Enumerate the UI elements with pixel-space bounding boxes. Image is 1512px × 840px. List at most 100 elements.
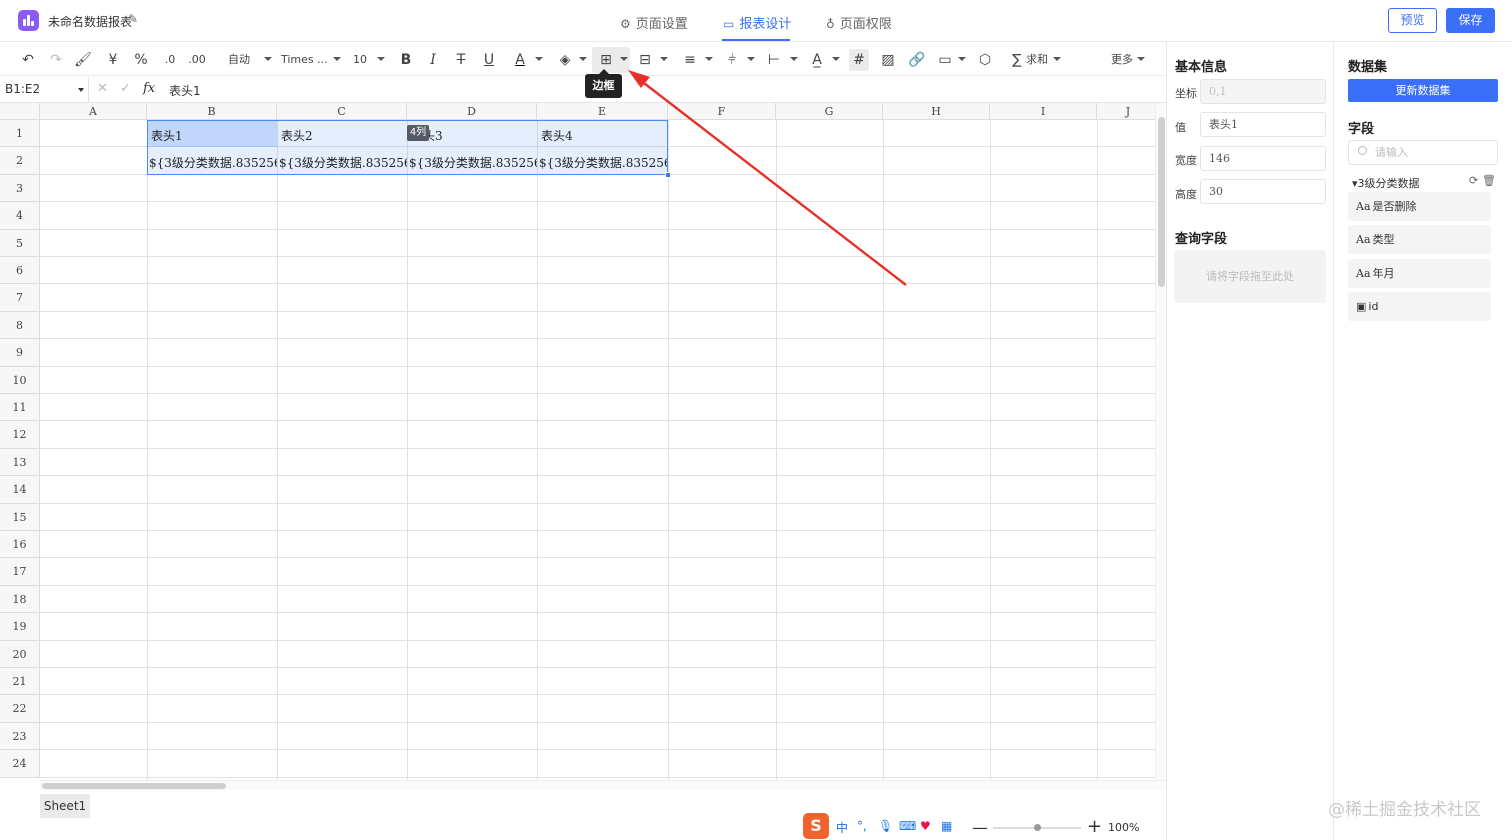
link-icon[interactable]: 🔗 bbox=[908, 49, 926, 71]
fill-handle[interactable] bbox=[665, 172, 671, 178]
edit-title-icon[interactable]: ✎ bbox=[128, 12, 138, 26]
formula-input[interactable]: 表头1 bbox=[169, 82, 201, 99]
sum-button[interactable]: 求和 bbox=[1025, 49, 1049, 71]
column-header[interactable]: D bbox=[407, 103, 537, 120]
tab-report-design[interactable]: ▭ 报表设计 bbox=[723, 13, 791, 32]
row-header[interactable]: 6 bbox=[0, 257, 40, 285]
bold-button[interactable]: B bbox=[398, 49, 414, 71]
row-header[interactable]: 17 bbox=[0, 558, 40, 586]
image-icon[interactable]: ▨ bbox=[879, 49, 897, 71]
chevron-down-icon[interactable] bbox=[747, 57, 755, 61]
dataset-tree-node[interactable]: ▾3级分类数据 bbox=[1352, 175, 1420, 191]
column-header[interactable]: J bbox=[1097, 103, 1160, 120]
currency-button[interactable]: ¥ bbox=[105, 49, 121, 71]
chevron-down-icon[interactable] bbox=[705, 57, 713, 61]
field-item[interactable]: Aa 年月 bbox=[1348, 259, 1491, 288]
row-header[interactable]: 16 bbox=[0, 531, 40, 559]
column-header[interactable]: G bbox=[776, 103, 883, 120]
strikethrough-button[interactable]: T bbox=[453, 49, 469, 71]
delete-icon[interactable]: 🗑 bbox=[1482, 174, 1496, 187]
chevron-down-icon[interactable] bbox=[264, 57, 272, 61]
chevron-down-icon[interactable] bbox=[333, 57, 341, 61]
chevron-down-icon[interactable] bbox=[660, 57, 668, 61]
row-header[interactable]: 15 bbox=[0, 503, 40, 531]
field-item[interactable]: Aa 类型 bbox=[1348, 225, 1491, 254]
sheet-tab[interactable]: Sheet1 bbox=[40, 794, 90, 818]
row-header[interactable]: 23 bbox=[0, 722, 40, 751]
tab-page-settings[interactable]: ⚙ 页面设置 bbox=[620, 13, 688, 32]
scroll-thumb[interactable] bbox=[42, 783, 226, 789]
gridlines-icon[interactable]: # bbox=[849, 49, 869, 71]
cancel-icon[interactable]: ✕ bbox=[97, 81, 108, 96]
chevron-down-icon[interactable] bbox=[377, 57, 385, 61]
redo-icon[interactable]: ↷ bbox=[47, 49, 65, 71]
refresh-dataset-button[interactable]: 更新数据集 bbox=[1348, 79, 1498, 102]
comment-icon[interactable]: ▭ bbox=[936, 49, 954, 71]
column-header[interactable]: C bbox=[277, 103, 407, 120]
row-header[interactable]: 11 bbox=[0, 394, 40, 422]
undo-icon[interactable]: ↶ bbox=[19, 49, 37, 71]
text-wrap-icon[interactable]: ⊢ bbox=[765, 49, 783, 71]
select-all-corner[interactable] bbox=[0, 103, 40, 120]
vertical-align-icon[interactable]: ⫩ bbox=[724, 49, 740, 71]
number-format-select[interactable]: 自动 bbox=[226, 49, 252, 71]
spreadsheet-grid[interactable]: ABCDEFGHIJ 1 2 3 4 5 6 7 8 9 10 11 12 13 14 15 16 17 18 19… bbox=[0, 103, 1166, 780]
vertical-scrollbar[interactable] bbox=[1155, 103, 1166, 780]
query-field-dropzone[interactable]: 请将字段拖至此处 bbox=[1174, 250, 1326, 303]
name-box[interactable]: B1:E2 bbox=[5, 82, 40, 96]
column-header[interactable]: E bbox=[537, 103, 668, 120]
chevron-down-icon[interactable] bbox=[832, 57, 840, 61]
chevron-down-icon[interactable] bbox=[620, 57, 628, 61]
font-family-select[interactable]: Times ... bbox=[281, 49, 329, 71]
row-header[interactable]: 24 bbox=[0, 750, 40, 778]
row-header[interactable]: 2 bbox=[0, 147, 40, 175]
column-header[interactable]: I bbox=[990, 103, 1097, 120]
row-header[interactable]: 21 bbox=[0, 668, 40, 696]
align-left-icon[interactable]: ≡ bbox=[681, 49, 699, 71]
merge-cells-icon[interactable]: ⊟ bbox=[636, 49, 654, 71]
sum-icon[interactable]: ∑ bbox=[1009, 49, 1025, 71]
row-header[interactable]: 10 bbox=[0, 366, 40, 394]
refresh-icon[interactable]: ⟳ bbox=[1469, 174, 1478, 187]
decimal-increase-button[interactable]: .0 bbox=[160, 49, 180, 71]
row-header[interactable]: 19 bbox=[0, 613, 40, 641]
cell-C2[interactable]: ${3级分类数据.83525664 bbox=[279, 154, 407, 171]
format-painter-icon[interactable]: 🖌 bbox=[74, 49, 92, 71]
chevron-down-icon[interactable] bbox=[579, 57, 587, 61]
chevron-down-icon[interactable] bbox=[1053, 57, 1061, 61]
row-header[interactable]: 22 bbox=[0, 695, 40, 723]
chevron-down-icon[interactable] bbox=[958, 57, 966, 61]
row-header[interactable]: 1 bbox=[0, 120, 40, 148]
fill-color-icon[interactable]: ◈ bbox=[556, 49, 574, 71]
row-header[interactable]: 18 bbox=[0, 585, 40, 614]
row-header[interactable]: 9 bbox=[0, 339, 40, 367]
cell-B1[interactable]: 表头1 bbox=[151, 127, 275, 144]
more-button[interactable]: 更多 bbox=[1110, 49, 1134, 71]
row-header[interactable]: 7 bbox=[0, 284, 40, 312]
value-field[interactable]: 表头1 bbox=[1200, 112, 1326, 137]
cell-C1[interactable]: 表头2 bbox=[281, 127, 405, 144]
field-search-input[interactable]: 请输入 bbox=[1348, 140, 1498, 165]
zoom-slider-handle[interactable] bbox=[1034, 824, 1041, 831]
field-item[interactable]: Aa 是否删除 bbox=[1348, 192, 1491, 221]
cell-E1[interactable]: 表头4 bbox=[541, 127, 665, 144]
row-header[interactable]: 3 bbox=[0, 174, 40, 203]
font-color-button[interactable]: A bbox=[512, 49, 528, 71]
percent-button[interactable]: % bbox=[132, 49, 150, 71]
column-header[interactable]: B bbox=[147, 103, 277, 120]
column-header[interactable]: H bbox=[883, 103, 990, 120]
save-button[interactable]: 保存 bbox=[1446, 8, 1495, 33]
chevron-down-icon[interactable] bbox=[790, 57, 798, 61]
font-size-select[interactable]: 10 bbox=[352, 49, 368, 71]
cube-icon[interactable]: ⬡ bbox=[976, 49, 994, 71]
row-header[interactable]: 20 bbox=[0, 640, 40, 668]
chevron-down-icon[interactable] bbox=[535, 57, 543, 61]
row-header[interactable]: 13 bbox=[0, 448, 40, 477]
row-header[interactable]: 14 bbox=[0, 476, 40, 504]
cell-B2[interactable]: ${3级分类数据.83525664 bbox=[149, 154, 277, 171]
cell-E2[interactable]: ${3级分类数据.83525664 bbox=[539, 154, 667, 171]
cell-D2[interactable]: ${3级分类数据.83525664 bbox=[409, 154, 537, 171]
confirm-icon[interactable]: ✓ bbox=[120, 81, 131, 96]
function-icon[interactable]: fx bbox=[143, 81, 155, 96]
horizontal-scrollbar[interactable] bbox=[40, 780, 1166, 790]
